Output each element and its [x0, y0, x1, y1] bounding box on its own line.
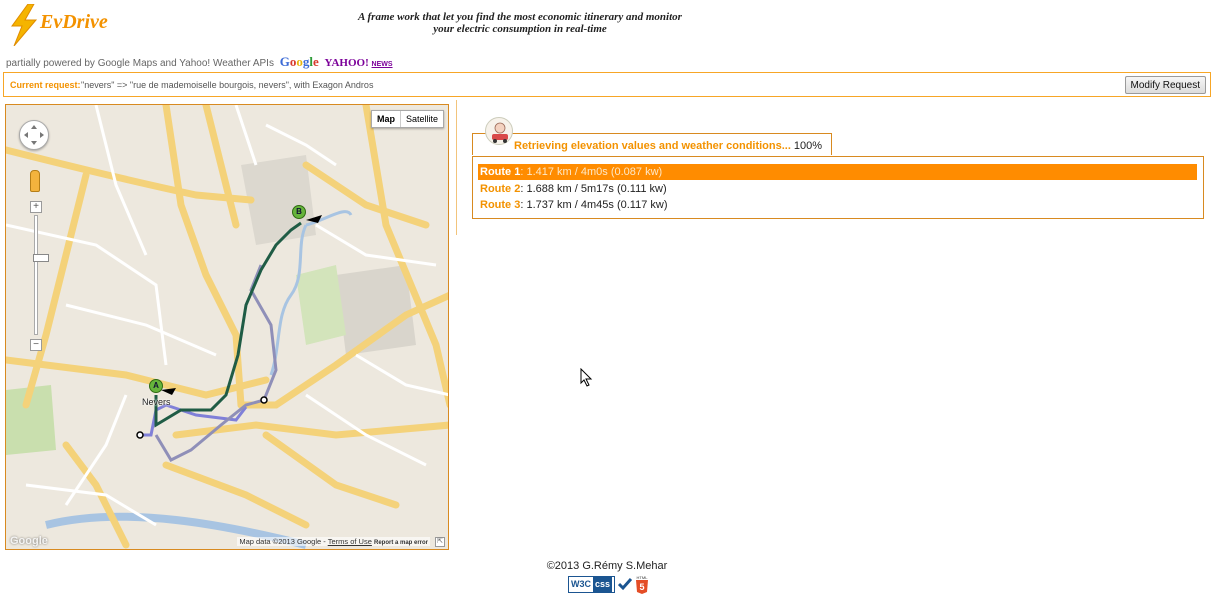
- zoom-in-button[interactable]: +: [30, 201, 42, 213]
- status-panel: Retrieving elevation values and weather …: [472, 117, 832, 155]
- status-message: Retrieving elevation values and weather …: [514, 140, 822, 152]
- tagline: A frame work that let you find the most …: [300, 11, 740, 35]
- powered-by-line: partially powered by Google Maps and Yah…: [6, 54, 393, 70]
- evdrive-logo[interactable]: EvDrive: [6, 4, 126, 46]
- route-detail: : 1.688 km / 5m17s (0.111 kw): [520, 183, 667, 195]
- report-map-error-link[interactable]: Report a map error: [374, 540, 428, 546]
- map-type-control[interactable]: Map Satellite: [370, 110, 444, 128]
- yahoo-news-label[interactable]: NEWS: [372, 61, 393, 68]
- checkmark-icon: [618, 578, 633, 591]
- map-city-label: Nevers: [142, 397, 171, 407]
- html5-badge-icon[interactable]: HTML 5: [635, 574, 649, 594]
- terms-of-use-link[interactable]: Terms of Use: [328, 537, 372, 546]
- zoom-control[interactable]: + −: [30, 201, 49, 351]
- tagline-line-2: your electric consumption in real-time: [433, 23, 607, 35]
- routes-list: Route 1: 1.417 km / 4m0s (0.087 kw) Rout…: [472, 156, 1204, 219]
- zoom-slider-thumb[interactable]: [33, 254, 49, 262]
- route-detail: : 1.417 km / 4m0s (0.087 kw): [520, 166, 663, 178]
- route-detail: : 1.737 km / 4m45s (0.117 kw): [520, 199, 668, 211]
- yahoo-logo[interactable]: YAHOO!: [325, 57, 369, 69]
- pan-control[interactable]: [19, 120, 49, 150]
- map-type-satellite-button[interactable]: Satellite: [401, 111, 443, 127]
- marker-a[interactable]: A: [149, 379, 163, 393]
- status-message-text: Retrieving elevation values and weather …: [514, 140, 791, 152]
- svg-text:5: 5: [640, 582, 645, 592]
- expand-icon[interactable]: ⇱: [435, 537, 445, 547]
- google-map-logo[interactable]: Google: [10, 535, 48, 547]
- street-view-pegman-icon[interactable]: [30, 170, 40, 192]
- modify-request-button[interactable]: Modify Request: [1124, 76, 1206, 94]
- html5-label: HTML: [637, 575, 649, 580]
- route-item-3[interactable]: Route 3: 1.737 km / 4m45s (0.117 kw): [478, 197, 667, 213]
- route-item-1[interactable]: Route 1: 1.417 km / 4m0s (0.087 kw): [478, 164, 1197, 180]
- pan-arrows-icon: [24, 125, 44, 145]
- route-item-2[interactable]: Route 2: 1.688 km / 5m17s (0.111 kw): [478, 181, 667, 197]
- route-name: Route 1: [480, 166, 521, 178]
- validation-badges: W3C css HTML 5: [568, 574, 649, 594]
- logo-text: EvDrive: [40, 11, 108, 33]
- map-canvas[interactable]: [6, 105, 449, 550]
- map-attribution: Map data ©2013 Google - Terms of Use Rep…: [237, 537, 430, 546]
- status-percent: 100%: [793, 140, 823, 152]
- lightning-bolt-icon: [11, 4, 38, 46]
- map-type-map-button[interactable]: Map: [372, 111, 401, 127]
- route-name: Route 2: [480, 183, 521, 195]
- mouse-cursor-icon: [580, 368, 593, 387]
- current-request-label: Current request:: [10, 80, 81, 90]
- powered-by-text: partially powered by Google Maps and Yah…: [6, 58, 274, 69]
- current-request-text: "nevers" => "rue de mademoiselle bourgoi…: [81, 80, 374, 90]
- panel-divider: [456, 100, 457, 235]
- zoom-slider[interactable]: [33, 215, 49, 335]
- css-label: css: [593, 576, 613, 592]
- loading-car-icon: [485, 117, 513, 145]
- w3c-css-badge[interactable]: W3C css: [568, 575, 616, 593]
- copyright-text: ©2013 G.Rémy S.Mehar: [546, 560, 668, 572]
- tagline-line-1: A frame work that let you find the most …: [358, 11, 682, 23]
- google-logo[interactable]: Google: [280, 54, 319, 69]
- route-map[interactable]: Map Satellite + − A B Nevers Google Map …: [5, 104, 449, 550]
- zoom-out-button[interactable]: −: [30, 339, 42, 351]
- w3c-label: W3C: [571, 578, 591, 589]
- route-name: Route 3: [480, 199, 521, 211]
- map-data-text: Map data ©2013 Google -: [239, 537, 326, 546]
- marker-b[interactable]: B: [292, 205, 306, 219]
- current-request-bar: Current request: "nevers" => "rue de mad…: [3, 72, 1211, 97]
